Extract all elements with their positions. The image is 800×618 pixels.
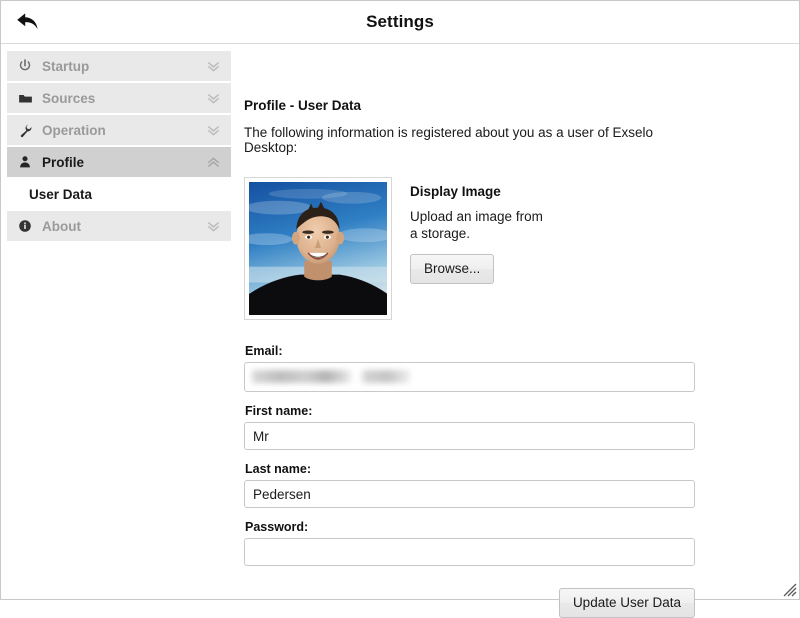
resize-grip-icon[interactable] xyxy=(782,582,797,597)
sidebar-item-label: About xyxy=(42,218,81,234)
field-password: Password: xyxy=(244,520,695,566)
page-title: Settings xyxy=(366,12,434,31)
redacted-email-value xyxy=(252,370,410,383)
sidebar-item-label: Profile xyxy=(42,154,85,170)
email-field[interactable] xyxy=(244,362,695,392)
field-first-name: First name: xyxy=(244,404,695,450)
wrench-icon xyxy=(16,121,34,139)
email-label: Email: xyxy=(245,344,283,358)
field-last-name: Last name: xyxy=(244,462,695,508)
display-image-block: Display Image Upload an image from a sto… xyxy=(410,177,550,284)
chevron-double-down-icon xyxy=(204,57,222,75)
sidebar-item-operation[interactable]: Operation xyxy=(7,115,231,145)
profile-photo-image xyxy=(249,182,387,315)
sidebar-item-label: Operation xyxy=(42,122,106,138)
person-icon xyxy=(16,153,34,171)
password-input[interactable] xyxy=(244,538,695,566)
sidebar-item-sources[interactable]: Sources xyxy=(7,83,231,113)
back-button[interactable] xyxy=(11,7,45,37)
first-name-input[interactable] xyxy=(244,422,695,450)
sidebar-subitem-label: User Data xyxy=(29,186,93,202)
sidebar-item-label: Sources xyxy=(42,90,96,106)
first-name-label: First name: xyxy=(245,404,313,418)
settings-window: Settings Startup Sources Operation Profi… xyxy=(0,0,800,618)
sidebar: Startup Sources Operation Profile User D… xyxy=(1,44,238,599)
sidebar-item-user-data[interactable]: User Data xyxy=(7,179,231,209)
info-icon xyxy=(16,217,34,235)
profile-photo-frame xyxy=(244,177,392,320)
update-user-data-button[interactable]: Update User Data xyxy=(558,588,695,618)
display-image-title: Display Image xyxy=(410,184,501,199)
back-arrow-icon xyxy=(15,11,41,33)
title-bar: Settings xyxy=(1,1,799,44)
power-icon xyxy=(16,57,34,75)
avatar xyxy=(249,182,387,315)
chevron-double-up-icon xyxy=(204,153,222,171)
last-name-input[interactable] xyxy=(244,480,695,508)
section-description: The following information is registered … xyxy=(244,125,653,155)
content-panel: Profile - User Data The following inform… xyxy=(238,44,799,618)
sidebar-item-label: Startup xyxy=(42,58,90,74)
last-name-label: Last name: xyxy=(245,462,311,476)
display-image-row: Display Image Upload an image from a sto… xyxy=(244,177,695,320)
body-split: Startup Sources Operation Profile User D… xyxy=(1,44,799,618)
form-actions: Update User Data xyxy=(244,588,695,618)
sidebar-item-startup[interactable]: Startup xyxy=(7,51,231,81)
section-heading: Profile - User Data xyxy=(244,98,362,113)
content-inner: Profile - User Data The following inform… xyxy=(238,98,799,618)
folder-icon xyxy=(16,89,34,107)
browse-button[interactable]: Browse... xyxy=(410,254,495,284)
field-email: Email: xyxy=(244,344,695,392)
password-label: Password: xyxy=(245,520,309,534)
sidebar-item-about[interactable]: About xyxy=(7,211,231,241)
display-image-description: Upload an image from a storage. xyxy=(410,209,543,241)
chevron-double-down-icon xyxy=(204,89,222,107)
chevron-double-down-icon xyxy=(204,217,222,235)
sidebar-item-profile[interactable]: Profile xyxy=(7,147,231,177)
chevron-double-down-icon xyxy=(204,121,222,139)
user-data-form: Email: First name: Last name: xyxy=(244,344,695,618)
